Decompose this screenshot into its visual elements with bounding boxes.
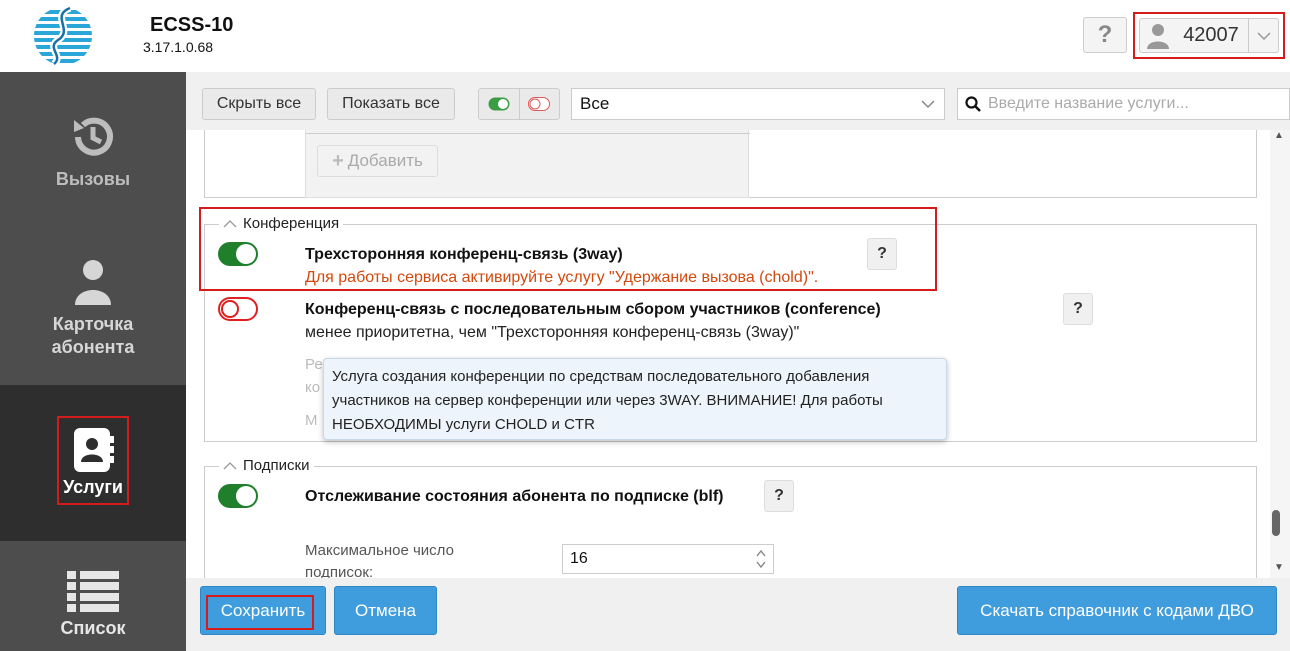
toggle-on-icon bbox=[488, 97, 510, 111]
history-icon bbox=[74, 117, 113, 156]
muted-label: Ре bbox=[305, 356, 323, 373]
help-conference-button[interactable]: ? bbox=[1063, 293, 1093, 325]
sidebar-item-label: Карточка абонента bbox=[51, 314, 135, 357]
add-button[interactable]: + Добавить bbox=[317, 145, 438, 177]
user-menu-highlight: 42007 bbox=[1133, 12, 1285, 59]
filter-disabled-button[interactable] bbox=[518, 89, 560, 119]
filter-enabled-button[interactable] bbox=[479, 89, 519, 119]
help-3way-button[interactable]: ? bbox=[867, 238, 897, 270]
sidebar-item-label: Услуги bbox=[63, 477, 123, 497]
search-input[interactable] bbox=[988, 95, 1278, 113]
scrollbar-thumb[interactable] bbox=[1272, 510, 1280, 536]
service-conference-title: Конференц-связь с последовательным сборо… bbox=[305, 301, 881, 318]
max-subscriptions-input[interactable]: 16 bbox=[562, 544, 774, 574]
sidebar: Вызовы Карточка абонента Услуги Список bbox=[0, 72, 186, 651]
service-3way-title: Трехсторонняя конференц-связь (3way) bbox=[305, 246, 623, 263]
app-title: ECSS-10 bbox=[150, 14, 234, 36]
number-spinner[interactable] bbox=[755, 548, 767, 570]
scroll-up-icon[interactable]: ▲ bbox=[1274, 130, 1284, 141]
ecss-logo bbox=[30, 4, 96, 67]
hide-all-button[interactable]: Скрыть все bbox=[202, 88, 316, 120]
muted-label: ко bbox=[305, 379, 321, 396]
toggle-3way[interactable] bbox=[218, 242, 258, 266]
add-button-label: Добавить bbox=[347, 151, 423, 170]
sidebar-item-services[interactable]: Услуги bbox=[0, 385, 186, 541]
service-blf-title: Отслеживание состояния абонента по подпи… bbox=[305, 488, 724, 505]
download-codes-button[interactable]: Скачать справочник с кодами ДВО bbox=[957, 586, 1277, 635]
chevron-up-icon bbox=[223, 462, 237, 470]
category-select-value: Все bbox=[580, 94, 610, 113]
max-subscriptions-label: Максимальное число подписок: bbox=[305, 542, 454, 578]
cancel-button[interactable]: Отмена bbox=[334, 586, 437, 635]
status-filter-toggle bbox=[478, 88, 560, 120]
add-panel: + Добавить bbox=[305, 130, 750, 198]
subscriptions-legend[interactable]: Подписки bbox=[219, 457, 314, 474]
category-select[interactable]: Все bbox=[571, 88, 945, 120]
list-icon bbox=[67, 571, 119, 612]
help-button[interactable]: ? bbox=[1083, 17, 1127, 53]
chevron-down-icon[interactable] bbox=[1248, 19, 1278, 52]
service-conference-note: менее приоритетна, чем "Трехсторонняя ко… bbox=[305, 324, 800, 341]
toggle-off-icon bbox=[528, 97, 551, 111]
max-subscriptions-value: 16 bbox=[570, 550, 588, 567]
sidebar-item-label: Список bbox=[60, 618, 126, 638]
search-box bbox=[957, 88, 1290, 120]
plus-icon: + bbox=[332, 149, 344, 172]
user-number: 42007 bbox=[1183, 24, 1239, 46]
sidebar-item-list[interactable]: Список bbox=[0, 541, 186, 651]
service-3way-note: Для работы сервиса активируйте услугу "У… bbox=[305, 269, 819, 286]
scrollbar[interactable]: ▲ ▼ bbox=[1270, 130, 1290, 578]
app-version: 3.17.1.0.68 bbox=[143, 39, 214, 55]
footer: Сохранить Отмена Скачать справочник с ко… bbox=[186, 578, 1290, 651]
address-book-icon bbox=[74, 428, 114, 472]
toggle-conference[interactable] bbox=[218, 297, 258, 321]
chevron-down-icon bbox=[921, 100, 935, 109]
sidebar-item-label: Вызовы bbox=[55, 169, 131, 189]
search-icon bbox=[958, 96, 988, 112]
help-blf-button[interactable]: ? bbox=[764, 480, 794, 512]
service-tooltip: Услуга создания конференции по средствам… bbox=[323, 358, 947, 440]
user-icon bbox=[1140, 19, 1176, 52]
sidebar-item-calls[interactable]: Вызовы bbox=[0, 72, 186, 227]
sidebar-item-subscriber-card[interactable]: Карточка абонента bbox=[0, 227, 186, 385]
services-content: + Добавить Конференция Трехсторонняя кон… bbox=[186, 130, 1270, 578]
muted-label: М bbox=[305, 412, 318, 429]
scroll-down-icon[interactable]: ▼ bbox=[1274, 562, 1284, 573]
services-highlight: Услуги bbox=[57, 416, 129, 505]
user-menu[interactable]: 42007 bbox=[1139, 18, 1279, 53]
toolbar: Скрыть все Показать все Все bbox=[186, 72, 1290, 130]
toggle-blf[interactable] bbox=[218, 484, 258, 508]
header: ECSS-10 3.17.1.0.68 ? 42007 bbox=[0, 0, 1290, 72]
show-all-button[interactable]: Показать все bbox=[327, 88, 455, 120]
subscriptions-legend-label: Подписки bbox=[243, 457, 310, 474]
user-icon bbox=[75, 260, 111, 305]
save-highlight bbox=[206, 595, 314, 630]
